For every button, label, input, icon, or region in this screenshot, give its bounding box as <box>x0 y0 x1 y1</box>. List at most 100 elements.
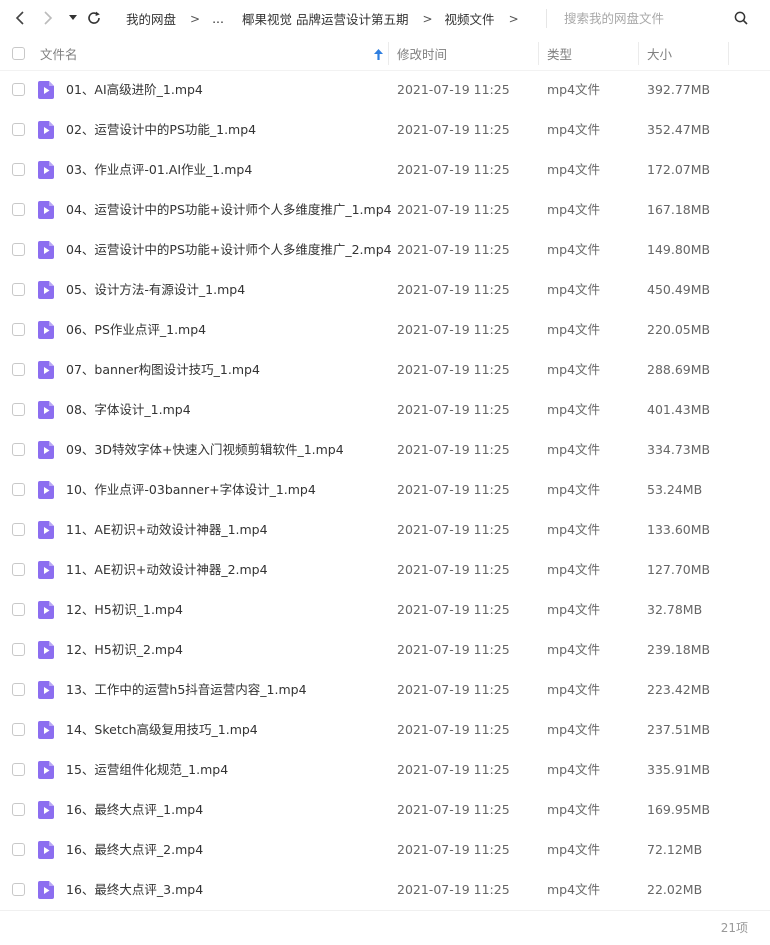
file-row[interactable]: 12、H5初识_1.mp4 2021-07-19 11:25 mp4文件 32.78M… <box>0 590 770 630</box>
file-row[interactable]: 10、作业点评-03banner+字体设计_1.mp4 2021-07-19 11… <box>0 470 770 510</box>
file-type: mp4文件 <box>547 642 601 657</box>
file-row[interactable]: 14、Sketch高级复用技巧_1.mp4 2021-07-19 11:25 mp4… <box>0 710 770 750</box>
file-name[interactable]: 10、作业点评-03banner+字体设计_1.mp4 <box>66 470 316 510</box>
file-type: mp4文件 <box>547 402 601 417</box>
row-checkbox[interactable] <box>12 83 25 96</box>
file-type: mp4文件 <box>547 202 601 217</box>
back-button[interactable] <box>10 6 30 30</box>
file-name[interactable]: 14、Sketch高级复用技巧_1.mp4 <box>66 710 258 750</box>
row-checkbox[interactable] <box>12 883 25 896</box>
file-row[interactable]: 01、AI高级进阶_1.mp4 2021-07-19 11:25 mp4文件 392.… <box>0 70 770 110</box>
row-checkbox[interactable] <box>12 203 25 216</box>
file-row[interactable]: 06、PS作业点评_1.mp4 2021-07-19 11:25 mp4文件 220.… <box>0 310 770 350</box>
file-row[interactable]: 15、运营组件化规范_1.mp4 2021-07-19 11:25 mp4文件 335… <box>0 750 770 790</box>
file-name[interactable]: 11、AE初识+动效设计神器_2.mp4 <box>66 550 268 590</box>
column-header-type[interactable]: 类型 <box>547 37 572 70</box>
column-divider[interactable] <box>538 42 539 65</box>
file-row[interactable]: 08、字体设计_1.mp4 2021-07-19 11:25 mp4文件 401.43… <box>0 390 770 430</box>
row-checkbox[interactable] <box>12 603 25 616</box>
row-checkbox[interactable] <box>12 563 25 576</box>
video-file-icon <box>38 521 54 539</box>
row-checkbox[interactable] <box>12 803 25 816</box>
file-size: 149.80MB <box>647 242 711 257</box>
file-row[interactable]: 03、作业点评-01.AI作业_1.mp4 2021-07-19 11:25 mp4… <box>0 150 770 190</box>
row-checkbox[interactable] <box>12 123 25 136</box>
file-row[interactable]: 16、最终大点评_1.mp4 2021-07-19 11:25 mp4文件 169.9… <box>0 790 770 830</box>
file-name[interactable]: 06、PS作业点评_1.mp4 <box>66 310 206 350</box>
row-checkbox[interactable] <box>12 323 25 336</box>
file-modified-time: 2021-07-19 11:25 <box>397 82 510 97</box>
file-name[interactable]: 04、运营设计中的PS功能+设计师个人多维度推广_1.mp4 <box>66 190 392 230</box>
file-modified-time: 2021-07-19 11:25 <box>397 442 510 457</box>
file-name[interactable]: 16、最终大点评_2.mp4 <box>66 830 203 870</box>
video-file-icon <box>38 761 54 779</box>
file-name[interactable]: 07、banner构图设计技巧_1.mp4 <box>66 350 260 390</box>
row-checkbox[interactable] <box>12 363 25 376</box>
file-name[interactable]: 11、AE初识+动效设计神器_1.mp4 <box>66 510 268 550</box>
forward-arrow-icon <box>44 11 53 25</box>
file-name[interactable]: 16、最终大点评_3.mp4 <box>66 870 203 910</box>
file-type: mp4文件 <box>547 682 601 697</box>
file-row[interactable]: 09、3D特效字体+快速入门视频剪辑软件_1.mp4 2021-07-19 11:… <box>0 430 770 470</box>
column-header-size[interactable]: 大小 <box>647 37 672 70</box>
breadcrumb-item-root[interactable]: 我的网盘 <box>126 9 176 28</box>
row-checkbox[interactable] <box>12 723 25 736</box>
file-name[interactable]: 12、H5初识_1.mp4 <box>66 590 183 630</box>
search-input[interactable] <box>556 6 742 30</box>
file-size: 32.78MB <box>647 602 703 617</box>
file-name[interactable]: 12、H5初识_2.mp4 <box>66 630 183 670</box>
file-row[interactable]: 12、H5初识_2.mp4 2021-07-19 11:25 mp4文件 239.18… <box>0 630 770 670</box>
row-checkbox[interactable] <box>12 403 25 416</box>
file-name[interactable]: 09、3D特效字体+快速入门视频剪辑软件_1.mp4 <box>66 430 344 470</box>
file-name[interactable]: 02、运营设计中的PS功能_1.mp4 <box>66 110 256 150</box>
breadcrumb-item-ellipsis[interactable]: ... <box>212 11 224 26</box>
row-checkbox[interactable] <box>12 643 25 656</box>
file-name[interactable]: 03、作业点评-01.AI作业_1.mp4 <box>66 150 252 190</box>
row-checkbox[interactable] <box>12 683 25 696</box>
file-row[interactable]: 16、最终大点评_2.mp4 2021-07-19 11:25 mp4文件 72.12… <box>0 830 770 870</box>
file-row[interactable]: 07、banner构图设计技巧_1.mp4 2021-07-19 11:25 mp4… <box>0 350 770 390</box>
file-row[interactable]: 13、工作中的运营h5抖音运营内容_1.mp4 2021-07-19 11:25 m… <box>0 670 770 710</box>
file-name[interactable]: 05、设计方法-有源设计_1.mp4 <box>66 270 245 310</box>
file-row[interactable]: 04、运营设计中的PS功能+设计师个人多维度推广_2.mp4 2021-07-19… <box>0 230 770 270</box>
file-name[interactable]: 15、运营组件化规范_1.mp4 <box>66 750 228 790</box>
file-name[interactable]: 16、最终大点评_1.mp4 <box>66 790 203 830</box>
file-type: mp4文件 <box>547 82 601 97</box>
video-file-icon <box>38 321 54 339</box>
column-divider[interactable] <box>638 42 639 65</box>
file-row[interactable]: 02、运营设计中的PS功能_1.mp4 2021-07-19 11:25 mp4文件… <box>0 110 770 150</box>
row-checkbox[interactable] <box>12 843 25 856</box>
file-row[interactable]: 16、最终大点评_3.mp4 2021-07-19 11:25 mp4文件 22.02… <box>0 870 770 910</box>
file-name[interactable]: 04、运营设计中的PS功能+设计师个人多维度推广_2.mp4 <box>66 230 392 270</box>
row-checkbox[interactable] <box>12 523 25 536</box>
file-name[interactable]: 08、字体设计_1.mp4 <box>66 390 191 430</box>
row-checkbox[interactable] <box>12 283 25 296</box>
column-header-name[interactable]: 文件名 <box>40 37 78 70</box>
refresh-button[interactable] <box>84 6 104 30</box>
column-divider[interactable] <box>388 42 389 65</box>
row-checkbox[interactable] <box>12 763 25 776</box>
file-size: 401.43MB <box>647 402 711 417</box>
file-name[interactable]: 01、AI高级进阶_1.mp4 <box>66 70 203 110</box>
breadcrumb-item-course[interactable]: 椰果视觉 品牌运营设计第五期 <box>242 9 408 28</box>
column-header-modified[interactable]: 修改时间 <box>397 37 447 70</box>
search-button[interactable] <box>730 7 752 29</box>
forward-button[interactable] <box>38 6 58 30</box>
row-checkbox[interactable] <box>12 163 25 176</box>
row-checkbox[interactable] <box>12 243 25 256</box>
breadcrumb-item-current[interactable]: 视频文件 <box>445 9 495 28</box>
file-row[interactable]: 04、运营设计中的PS功能+设计师个人多维度推广_1.mp4 2021-07-19… <box>0 190 770 230</box>
row-checkbox[interactable] <box>12 443 25 456</box>
file-name[interactable]: 13、工作中的运营h5抖音运营内容_1.mp4 <box>66 670 307 710</box>
row-checkbox[interactable] <box>12 483 25 496</box>
file-size: 72.12MB <box>647 842 703 857</box>
select-all-checkbox[interactable] <box>12 47 25 60</box>
column-divider[interactable] <box>728 42 729 65</box>
sort-button[interactable] <box>372 47 384 61</box>
file-row[interactable]: 05、设计方法-有源设计_1.mp4 2021-07-19 11:25 mp4文件 4… <box>0 270 770 310</box>
file-row[interactable]: 11、AE初识+动效设计神器_1.mp4 2021-07-19 11:25 mp4文… <box>0 510 770 550</box>
file-size: 335.91MB <box>647 762 711 777</box>
history-dropdown-button[interactable] <box>66 6 80 30</box>
file-row[interactable]: 11、AE初识+动效设计神器_2.mp4 2021-07-19 11:25 mp4文… <box>0 550 770 590</box>
file-modified-time: 2021-07-19 11:25 <box>397 722 510 737</box>
